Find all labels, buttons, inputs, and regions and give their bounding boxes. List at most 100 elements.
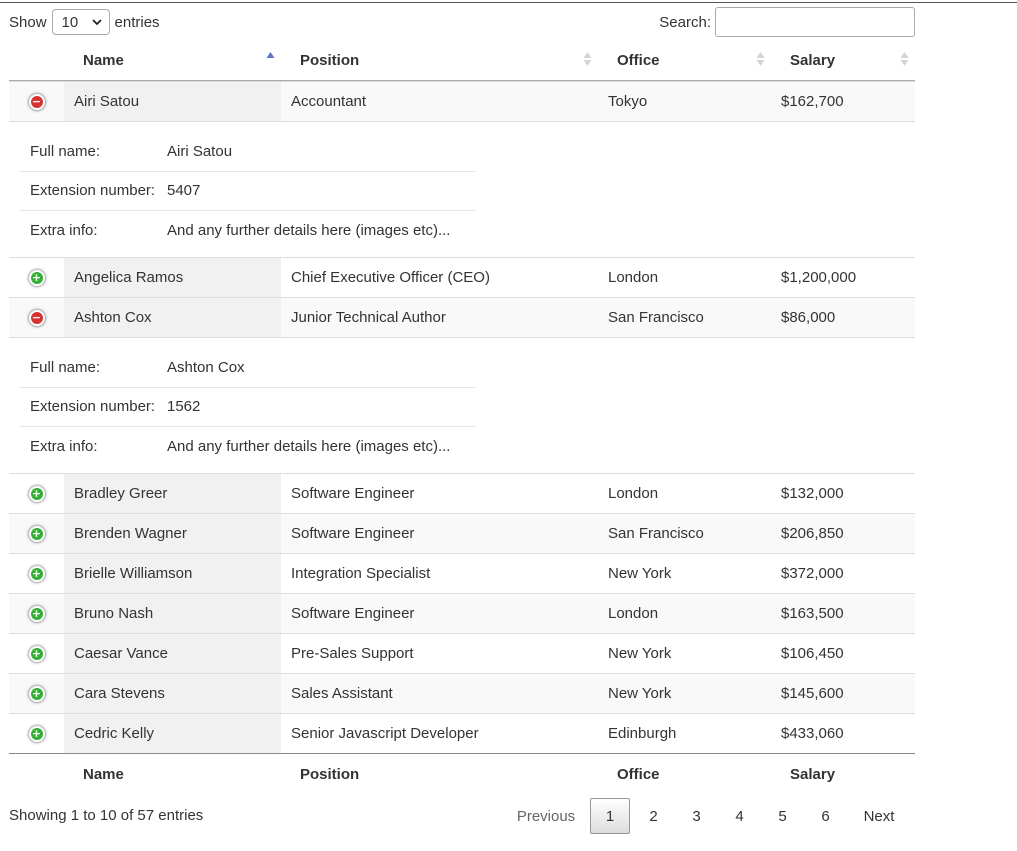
detail-value: Airi Satou bbox=[167, 142, 233, 160]
control-header bbox=[9, 40, 64, 80]
cell-name: Brielle Williamson bbox=[64, 554, 281, 593]
row-toggle-cell: + bbox=[9, 714, 64, 753]
detail-label: Extension number: bbox=[30, 398, 156, 416]
row-toggle-cell: − bbox=[9, 82, 64, 121]
header-name-label: Name bbox=[83, 51, 124, 69]
cell-office: London bbox=[608, 605, 659, 622]
detail-row: Full name: Ashton Cox bbox=[19, 348, 476, 388]
row-details: Full name: Ashton Cox Extension number: 15… bbox=[9, 337, 915, 473]
detail-row: Extension number: 5407 bbox=[19, 172, 476, 211]
expand-row-icon[interactable]: + bbox=[28, 269, 45, 286]
cell-name: Bruno Nash bbox=[64, 594, 281, 633]
cell-salary: $372,000 bbox=[781, 565, 844, 582]
page-button-5[interactable]: 5 bbox=[761, 798, 804, 834]
cell-position: Software Engineer bbox=[291, 525, 415, 542]
entries-per-page-value: 10 bbox=[61, 13, 79, 31]
cell-position: Accountant bbox=[291, 93, 367, 110]
header-salary[interactable]: Salary bbox=[771, 40, 915, 80]
cell-office: London bbox=[608, 269, 659, 286]
footer-position: Position bbox=[300, 766, 360, 783]
sort-both-icon bbox=[583, 52, 592, 66]
cell-office: San Francisco bbox=[608, 525, 704, 542]
table-row: + Cara Stevens Sales Assistant New York … bbox=[9, 673, 915, 713]
sort-both-icon bbox=[900, 52, 909, 66]
table-row: + Bradley Greer Software Engineer London… bbox=[9, 473, 915, 513]
search-input[interactable] bbox=[715, 7, 915, 37]
table-row: + Bruno Nash Software Engineer London $1… bbox=[9, 593, 915, 633]
page-button-2[interactable]: 2 bbox=[632, 798, 675, 834]
header-office[interactable]: Office bbox=[598, 40, 771, 80]
cell-salary: $206,850 bbox=[781, 525, 844, 542]
row-toggle-cell: + bbox=[9, 594, 64, 633]
row-details: Full name: Airi Satou Extension number: 54… bbox=[9, 121, 915, 257]
cell-position: Software Engineer bbox=[291, 485, 415, 502]
detail-row: Extension number: 1562 bbox=[19, 388, 476, 427]
cell-position: Pre-Sales Support bbox=[291, 645, 414, 662]
table-row: + Cedric Kelly Senior Javascript Develop… bbox=[9, 713, 915, 753]
detail-label: Full name: bbox=[30, 358, 101, 376]
cell-office: New York bbox=[608, 565, 672, 582]
collapse-row-icon[interactable]: − bbox=[28, 93, 45, 110]
cell-position: Junior Technical Author bbox=[291, 309, 446, 326]
table-row: + Angelica Ramos Chief Executive Officer… bbox=[9, 257, 915, 297]
collapse-row-icon[interactable]: − bbox=[28, 309, 45, 326]
cell-name: Bradley Greer bbox=[64, 474, 281, 513]
table-row: + Brenden Wagner Software Engineer San F… bbox=[9, 513, 915, 553]
cell-office: Tokyo bbox=[608, 93, 648, 110]
cell-name: Brenden Wagner bbox=[64, 514, 281, 553]
row-toggle-cell: + bbox=[9, 674, 64, 713]
cell-salary: $433,060 bbox=[781, 725, 844, 742]
top-border bbox=[0, 2, 1017, 3]
entries-per-page-select[interactable]: 10 bbox=[51, 9, 110, 35]
table-row: − Ashton Cox Junior Technical Author San… bbox=[9, 297, 915, 337]
expand-row-icon[interactable]: + bbox=[28, 725, 45, 742]
table-row: − Airi Satou Accountant Tokyo $162,700 bbox=[9, 81, 915, 121]
table-header: Name Position Office Salary bbox=[9, 40, 915, 81]
cell-name: Airi Satou bbox=[64, 82, 281, 121]
expand-row-icon[interactable]: + bbox=[28, 485, 45, 502]
next-page-button[interactable]: Next bbox=[850, 798, 908, 834]
expand-row-icon[interactable]: + bbox=[28, 645, 45, 662]
cell-position: Integration Specialist bbox=[291, 565, 431, 582]
detail-label: Full name: bbox=[30, 142, 101, 160]
previous-page-button[interactable]: Previous bbox=[502, 798, 590, 834]
cell-salary: $106,450 bbox=[781, 645, 844, 662]
employees-table: Name Position Office Salary − Airi Satou… bbox=[9, 40, 915, 795]
footer-name: Name bbox=[83, 766, 124, 783]
search-control: Search: bbox=[659, 7, 915, 37]
expand-row-icon[interactable]: + bbox=[28, 685, 45, 702]
sort-ascending-icon bbox=[266, 52, 275, 58]
pagination: Previous 1 2 3 4 5 6 Next bbox=[502, 797, 908, 835]
row-toggle-cell: + bbox=[9, 634, 64, 673]
detail-label: Extra info: bbox=[30, 438, 98, 456]
row-toggle-cell: − bbox=[9, 298, 64, 337]
detail-value: Ashton Cox bbox=[167, 358, 245, 376]
row-toggle-cell: + bbox=[9, 514, 64, 553]
header-name[interactable]: Name bbox=[64, 40, 281, 80]
expand-row-icon[interactable]: + bbox=[28, 525, 45, 542]
cell-salary: $145,600 bbox=[781, 685, 844, 702]
page-button-6[interactable]: 6 bbox=[804, 798, 847, 834]
cell-name: Cara Stevens bbox=[64, 674, 281, 713]
cell-office: San Francisco bbox=[608, 309, 704, 326]
header-office-label: Office bbox=[617, 51, 660, 69]
table-row: + Brielle Williamson Integration Special… bbox=[9, 553, 915, 593]
expand-row-icon[interactable]: + bbox=[28, 605, 45, 622]
footer-office: Office bbox=[617, 766, 660, 783]
page-button-3[interactable]: 3 bbox=[675, 798, 718, 834]
table-info: Showing 1 to 10 of 57 entries bbox=[9, 807, 204, 824]
header-salary-label: Salary bbox=[790, 51, 836, 69]
expand-row-icon[interactable]: + bbox=[28, 565, 45, 582]
details-list: Full name: Ashton Cox Extension number: 15… bbox=[19, 348, 476, 467]
cell-office: New York bbox=[608, 645, 672, 662]
footer-salary: Salary bbox=[790, 766, 836, 783]
page-button-4[interactable]: 4 bbox=[718, 798, 761, 834]
header-position[interactable]: Position bbox=[281, 40, 598, 80]
cell-name: Angelica Ramos bbox=[64, 258, 281, 297]
control-footer bbox=[9, 754, 64, 795]
header-position-label: Position bbox=[300, 51, 360, 69]
page-button-1[interactable]: 1 bbox=[590, 798, 630, 834]
cell-position: Senior Javascript Developer bbox=[291, 725, 479, 742]
cell-salary: $162,700 bbox=[781, 93, 844, 110]
table-footer: Name Position Office Salary bbox=[9, 753, 915, 795]
